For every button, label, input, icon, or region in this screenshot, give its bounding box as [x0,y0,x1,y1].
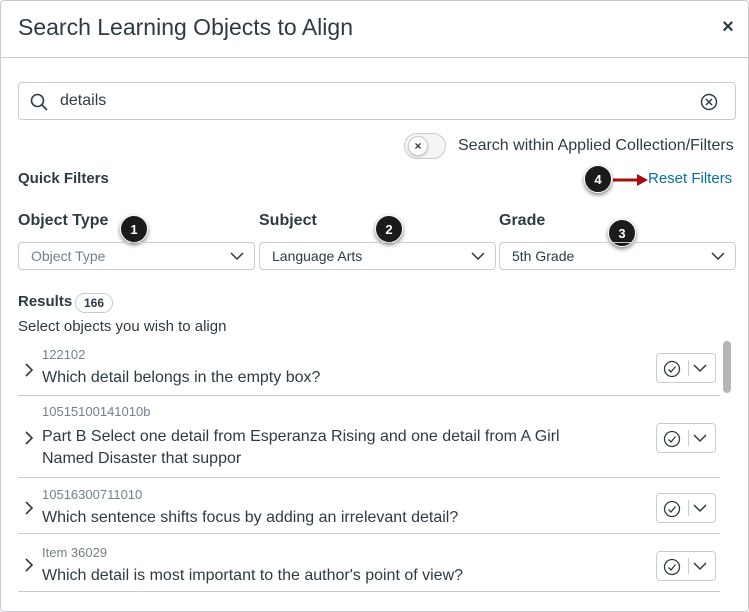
chevron-right-icon[interactable] [24,431,34,445]
chevron-down-icon[interactable] [693,503,707,513]
dialog-title: Search Learning Objects to Align [18,14,353,40]
toggle-off-icon: × [408,136,428,156]
align-action-button[interactable] [656,423,716,453]
check-circle-icon[interactable] [663,500,681,518]
object-type-value: Object Type [31,248,106,264]
item-id: Item 36029 [42,545,108,560]
results-instructions: Select objects you wish to align [18,318,227,335]
chevron-down-icon [471,252,485,261]
object-type-select[interactable]: Object Type [18,242,255,270]
collection-filter-toggle-row: × Search within Applied Collection/Filte… [404,133,739,161]
align-dialog: Search Learning Objects to Align × detai… [0,0,749,612]
align-action-button[interactable] [656,493,716,523]
object-type-label: Object Type [18,212,109,229]
subject-select[interactable]: Language Arts [259,242,496,270]
results-list: 122102 Which detail belongs in the empty… [18,341,740,611]
dialog-header: Search Learning Objects to Align × [1,1,748,58]
annotation-badge-1: 1 [120,215,148,243]
chevron-right-icon[interactable] [24,501,34,515]
results-heading: Results [18,293,73,310]
list-item[interactable]: 122102 Which detail belongs in the empty… [18,341,720,396]
quick-filters-heading: Quick Filters [18,170,109,187]
item-id: 122102 [42,347,86,362]
collection-filter-toggle[interactable]: × [404,133,446,159]
chevron-right-icon[interactable] [24,558,34,572]
list-item[interactable]: 10516300711010 Which sentence shifts foc… [18,478,720,534]
chevron-down-icon[interactable] [693,363,707,373]
toggle-label: Search within Applied Collection/Filters [458,137,734,154]
grade-value: 5th Grade [512,248,575,264]
grade-label: Grade [499,212,546,229]
grade-select[interactable]: 5th Grade [499,242,736,270]
results-scrollbar[interactable] [723,341,731,393]
list-item[interactable]: Item 36029 Which detail is most importan… [18,534,720,592]
align-action-button[interactable] [656,551,716,581]
subject-value: Language Arts [272,248,363,264]
chevron-down-icon [711,252,725,261]
chevron-down-icon[interactable] [693,561,707,571]
annotation-badge-2: 2 [375,215,403,243]
align-action-button[interactable] [656,353,716,383]
search-input[interactable]: details [18,82,736,120]
button-divider [688,500,689,516]
button-divider [688,558,689,574]
button-divider [688,430,689,446]
item-title: Part B Select one detail from Esperanza … [42,428,560,467]
search-icon [30,93,48,111]
annotation-arrow-icon [613,174,648,186]
reset-filters-link[interactable]: Reset Filters [648,170,732,187]
check-circle-icon[interactable] [663,430,681,448]
item-id: 10516300711010 [42,487,143,502]
list-item[interactable]: 10515100141010b Part B Select one detail… [18,396,720,478]
item-title: Which detail belongs in the empty box? [42,369,321,386]
item-title: Which detail is most important to the au… [42,567,464,584]
chevron-down-icon[interactable] [693,433,707,443]
chevron-down-icon [230,252,244,261]
results-count-badge: 166 [75,293,114,313]
close-icon[interactable]: × [718,16,738,38]
search-query: details [60,92,107,109]
item-id: 10515100141010b [42,404,151,419]
subject-label: Subject [259,212,317,229]
check-circle-icon[interactable] [663,360,681,378]
annotation-badge-4: 4 [584,165,612,193]
button-divider [688,360,689,376]
chevron-right-icon[interactable] [24,363,34,377]
clear-icon[interactable] [700,93,718,111]
check-circle-icon[interactable] [663,558,681,576]
item-title: Which sentence shifts focus by adding an… [42,509,459,526]
